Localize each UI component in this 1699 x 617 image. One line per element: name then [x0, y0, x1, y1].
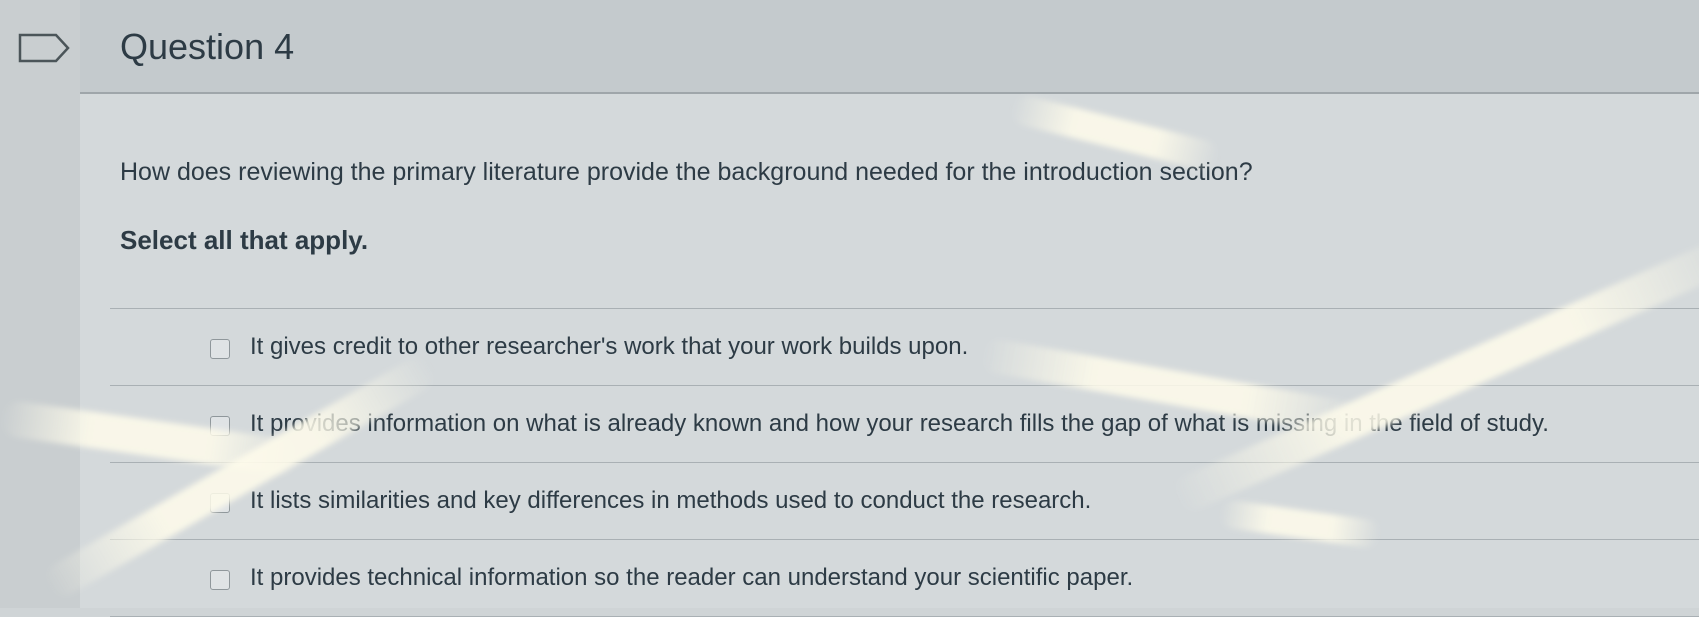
answer-option[interactable]: It provides technical information so the…	[110, 540, 1699, 617]
question-card: Question 4 How does reviewing the primar…	[80, 0, 1699, 617]
answer-checkbox[interactable]	[210, 339, 230, 359]
answer-option[interactable]: It lists similarities and key difference…	[110, 463, 1699, 540]
answer-label[interactable]: It lists similarities and key difference…	[250, 487, 1091, 515]
flag-question-icon[interactable]	[18, 33, 70, 63]
answer-checkbox[interactable]	[210, 493, 230, 513]
answer-checkbox[interactable]	[210, 570, 230, 590]
answer-option[interactable]: It gives credit to other researcher's wo…	[110, 308, 1699, 386]
answer-option[interactable]: It provides information on what is alrea…	[110, 386, 1699, 463]
instruction-text: Select all that apply.	[120, 225, 369, 255]
answer-label[interactable]: It provides technical information so the…	[250, 564, 1133, 592]
answer-label[interactable]: It provides information on what is alrea…	[250, 410, 1549, 438]
left-rail	[0, 0, 82, 608]
answer-checkbox[interactable]	[210, 416, 230, 436]
question-title: Question 4	[120, 26, 295, 67]
answer-list: It gives credit to other researcher's wo…	[110, 308, 1699, 617]
question-header: Question 4	[80, 0, 1699, 94]
answer-label[interactable]: It gives credit to other researcher's wo…	[250, 333, 968, 361]
question-text: How does reviewing the primary literatur…	[120, 158, 1253, 186]
